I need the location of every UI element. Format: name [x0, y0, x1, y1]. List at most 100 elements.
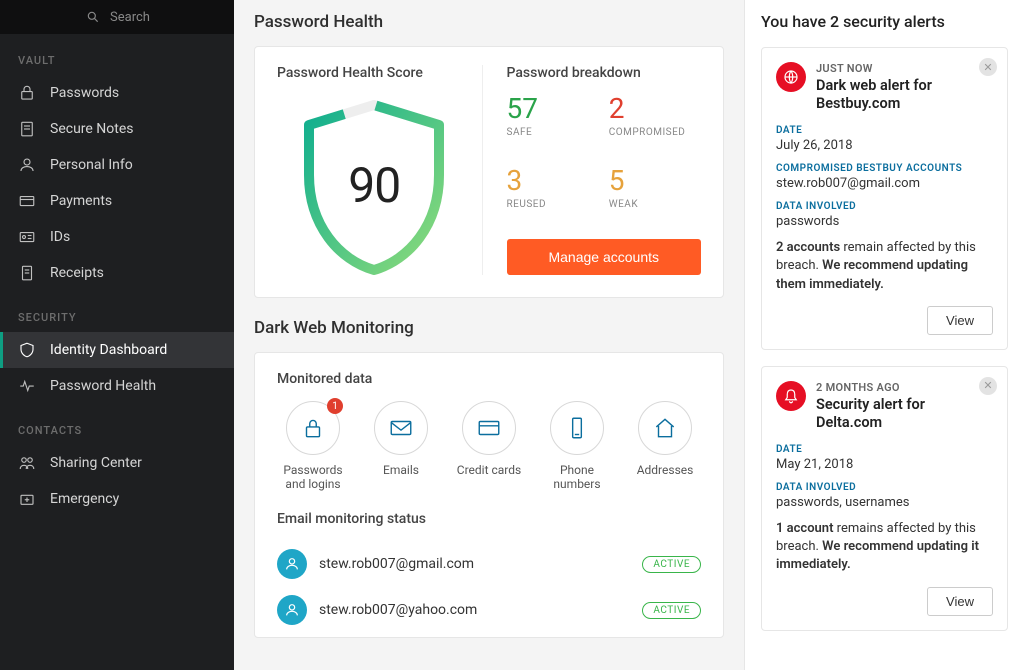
id-icon	[18, 228, 36, 246]
field-value: May 21, 2018	[776, 457, 993, 472]
breakdown-weak: 5 WEAK	[609, 167, 701, 221]
view-button[interactable]: View	[927, 587, 993, 616]
shield-icon	[18, 341, 36, 359]
alert-card: ✕ JUST NOW Dark web alert for Bestbuy.co…	[761, 47, 1008, 350]
email-address: stew.rob007@gmail.com	[319, 556, 630, 572]
field-label: DATA INVOLVED	[776, 201, 993, 212]
credit-icon	[476, 415, 502, 441]
field-label: DATA INVOLVED	[776, 482, 993, 493]
password-health-card: Password Health Score 90	[254, 46, 724, 298]
health-icon	[18, 377, 36, 395]
monitored-title: Monitored data	[277, 371, 701, 387]
sidebar-item-label: Sharing Center	[50, 455, 142, 471]
alert-time: JUST NOW	[816, 62, 993, 75]
alert-description: 1 account remains affected by this breac…	[776, 520, 993, 575]
monitored-label: Addresses	[637, 463, 694, 477]
alert-title: Security alert for Delta.com	[816, 396, 993, 432]
compromised-value: 2	[609, 95, 701, 123]
weak-value: 5	[609, 167, 701, 195]
email-address: stew.rob007@yahoo.com	[319, 602, 630, 618]
field-value: stew.rob007@gmail.com	[776, 176, 993, 191]
field-label: COMPROMISED BESTBUY ACCOUNTS	[776, 163, 993, 174]
sidebar-item-payments[interactable]: Payments	[0, 183, 234, 219]
email-monitoring-title: Email monitoring status	[277, 511, 701, 527]
search-icon	[84, 8, 102, 26]
field-value: passwords, usernames	[776, 495, 993, 510]
field-label: DATE	[776, 125, 993, 136]
avatar-icon	[277, 549, 307, 579]
alert-card: ✕ 2 MONTHS AGO Security alert for Delta.…	[761, 366, 1008, 631]
field-label: DATE	[776, 444, 993, 455]
sidebar-item-label: Emergency	[50, 491, 119, 507]
section-header-vault: VAULT	[0, 34, 234, 75]
field-value: passwords	[776, 214, 993, 229]
email-row[interactable]: stew.rob007@yahoo.com ACTIVE	[277, 587, 701, 633]
view-button[interactable]: View	[927, 306, 993, 335]
lock-count-icon	[300, 415, 326, 441]
search-placeholder: Search	[110, 10, 150, 25]
web-alert-icon	[776, 62, 806, 92]
card-icon	[18, 192, 36, 210]
close-icon[interactable]: ✕	[979, 58, 997, 76]
alert-time: 2 MONTHS AGO	[816, 381, 993, 394]
monitored-phone[interactable]: Phone numbers	[541, 401, 613, 491]
sidebar-item-ids[interactable]: IDs	[0, 219, 234, 255]
compromised-label: COMPROMISED	[609, 127, 701, 138]
monitored-emails[interactable]: Emails	[365, 401, 437, 491]
alerts-panel: You have 2 security alerts ✕ JUST NOW Da…	[744, 0, 1024, 670]
home-icon	[652, 415, 678, 441]
sidebar-item-label: Payments	[50, 193, 112, 209]
breakdown-compromised: 2 COMPROMISED	[609, 95, 701, 149]
lock-icon	[18, 84, 36, 102]
main-area: Password Health Password Health Score	[234, 0, 744, 670]
section-header-contacts: CONTACTS	[0, 404, 234, 445]
breakdown-title: Password breakdown	[507, 65, 702, 81]
phone-icon	[564, 415, 590, 441]
monitored-label: Phone numbers	[541, 463, 613, 491]
dark-web-title: Dark Web Monitoring	[254, 318, 724, 338]
person-icon	[18, 156, 36, 174]
close-icon[interactable]: ✕	[979, 377, 997, 395]
sidebar-item-personal-info[interactable]: Personal Info	[0, 147, 234, 183]
alert-title: Dark web alert for Bestbuy.com	[816, 77, 993, 113]
receipt-icon	[18, 264, 36, 282]
breakdown-panel: Password breakdown 57 SAFE 2 COMPROMISED…	[482, 65, 702, 275]
sidebar-item-label: Secure Notes	[50, 121, 134, 137]
email-row[interactable]: stew.rob007@gmail.com ACTIVE	[277, 541, 701, 587]
health-shield: 90	[294, 95, 454, 275]
sidebar-item-sharing-center[interactable]: Sharing Center	[0, 445, 234, 481]
field-value: July 26, 2018	[776, 138, 993, 153]
manage-accounts-button[interactable]: Manage accounts	[507, 239, 702, 275]
status-badge: ACTIVE	[642, 556, 701, 573]
sidebar-item-emergency[interactable]: Emergency	[0, 481, 234, 517]
sidebar-item-label: IDs	[50, 229, 70, 245]
status-badge: ACTIVE	[642, 602, 701, 619]
password-health-title: Password Health	[254, 12, 724, 32]
weak-label: WEAK	[609, 199, 701, 210]
monitored-credit[interactable]: Credit cards	[453, 401, 525, 491]
bell-alert-icon	[776, 381, 806, 411]
search-bar[interactable]: Search	[0, 0, 234, 34]
sidebar-item-passwords[interactable]: Passwords	[0, 75, 234, 111]
sidebar-item-identity-dashboard[interactable]: Identity Dashboard	[0, 332, 234, 368]
sidebar-item-label: Personal Info	[50, 157, 133, 173]
monitored-label: Passwords and logins	[277, 463, 349, 491]
avatar-icon	[277, 595, 307, 625]
monitored-label: Emails	[383, 463, 419, 477]
breakdown-reused: 3 REUSED	[507, 167, 599, 221]
sidebar-item-secure-notes[interactable]: Secure Notes	[0, 111, 234, 147]
count-badge: 1	[327, 398, 343, 414]
mail-icon	[388, 415, 414, 441]
sidebar-item-receipts[interactable]: Receipts	[0, 255, 234, 291]
reused-value: 3	[507, 167, 599, 195]
emergency-icon	[18, 490, 36, 508]
dark-web-card: Monitored data 1 Passwords and logins Em…	[254, 352, 724, 638]
monitored-addresses[interactable]: Addresses	[629, 401, 701, 491]
sidebar-item-password-health[interactable]: Password Health	[0, 368, 234, 404]
safe-value: 57	[507, 95, 599, 123]
alerts-header: You have 2 security alerts	[761, 12, 1008, 31]
alert-description: 2 accounts remain affected by this breac…	[776, 239, 993, 294]
sidebar-item-label: Password Health	[50, 378, 156, 394]
monitored-passwords[interactable]: 1 Passwords and logins	[277, 401, 349, 491]
sidebar-item-label: Receipts	[50, 265, 104, 281]
